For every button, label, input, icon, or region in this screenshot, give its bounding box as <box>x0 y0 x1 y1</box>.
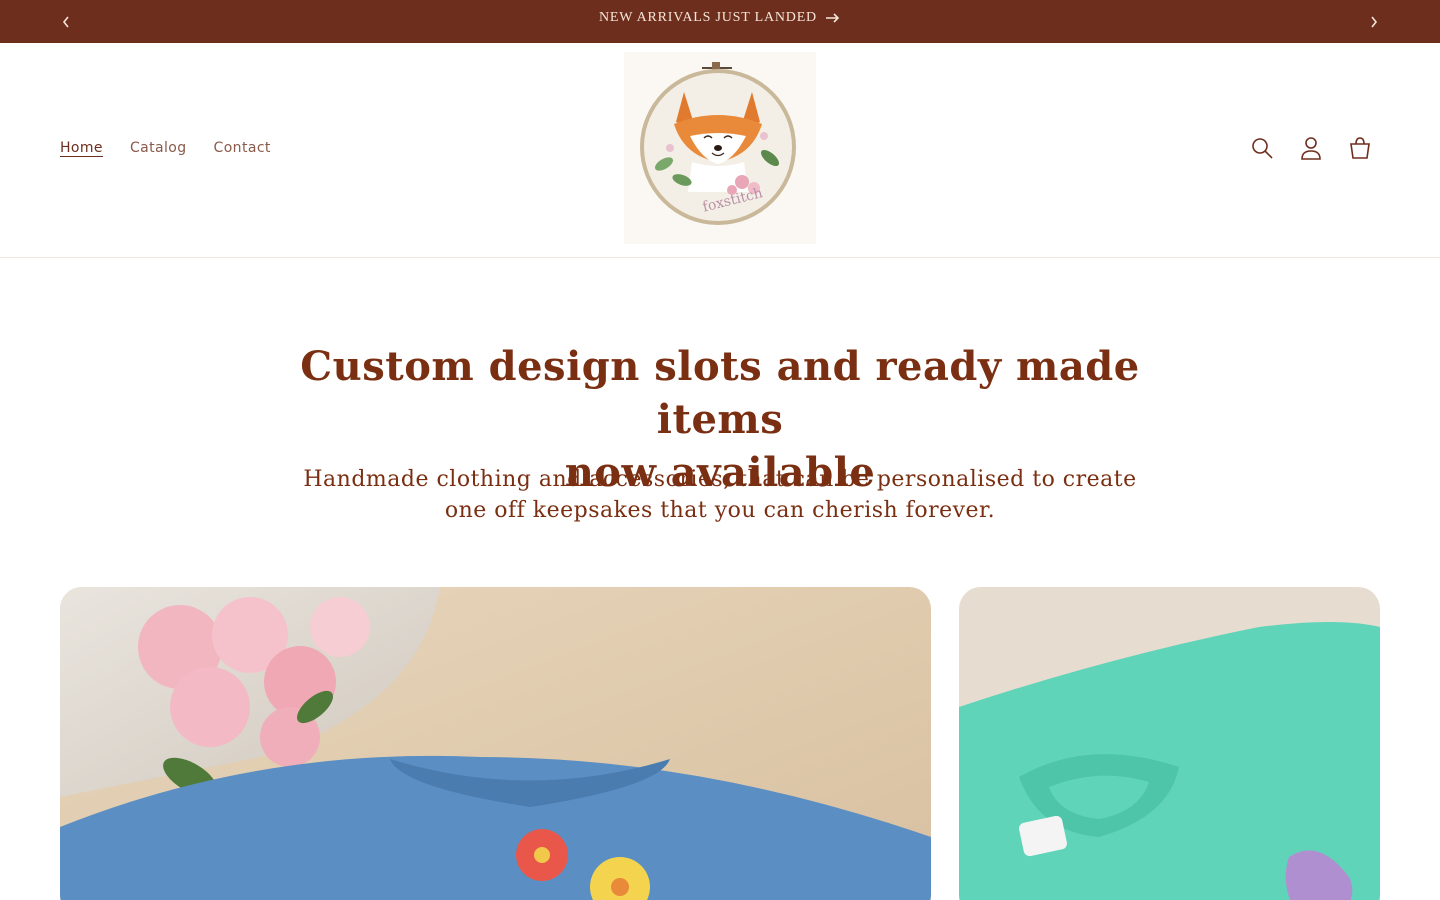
nav-item-home[interactable]: Home <box>60 140 103 156</box>
featured-image-card-green-sweater[interactable] <box>959 587 1380 900</box>
chevron-right-icon <box>1371 16 1378 27</box>
cart-button[interactable] <box>1348 136 1372 160</box>
header-icons <box>1250 136 1372 160</box>
announcement-text[interactable]: NEW ARRIVALS JUST LANDED <box>599 10 817 26</box>
main-nav: Home Catalog Contact <box>60 140 271 156</box>
cart-icon <box>1350 137 1370 159</box>
nav-item-contact[interactable]: Contact <box>214 140 271 156</box>
hero-subtitle-line-2: one off keepsakes that you can cherish f… <box>444 498 996 523</box>
announcement-message[interactable]: NEW ARRIVALS JUST LANDED <box>0 10 1440 26</box>
featured-image-card-blue-sweater[interactable] <box>60 587 931 900</box>
site-header: Home Catalog Contact foxstitch <box>0 43 1440 258</box>
store-logo[interactable]: foxstitch <box>624 52 816 244</box>
blue-sweater-photo <box>60 587 931 900</box>
green-sweater-photo <box>959 587 1380 900</box>
hero-subtitle-line-1: Handmade clothing and accessories, that … <box>303 467 1137 492</box>
announcement-next-button[interactable] <box>1352 0 1396 43</box>
search-button[interactable] <box>1250 136 1274 160</box>
announcement-bar: NEW ARRIVALS JUST LANDED <box>0 0 1440 43</box>
hero-title-line-1: Custom design slots and ready made items <box>300 343 1140 443</box>
account-icon <box>1301 137 1321 160</box>
account-button[interactable] <box>1299 136 1323 160</box>
fox-logo-image: foxstitch <box>640 62 796 225</box>
nav-item-catalog[interactable]: Catalog <box>130 140 187 156</box>
search-icon <box>1252 138 1273 159</box>
arrow-right-icon <box>825 12 841 24</box>
hero-subtitle: Handmade clothing and accessories, that … <box>260 464 1180 526</box>
